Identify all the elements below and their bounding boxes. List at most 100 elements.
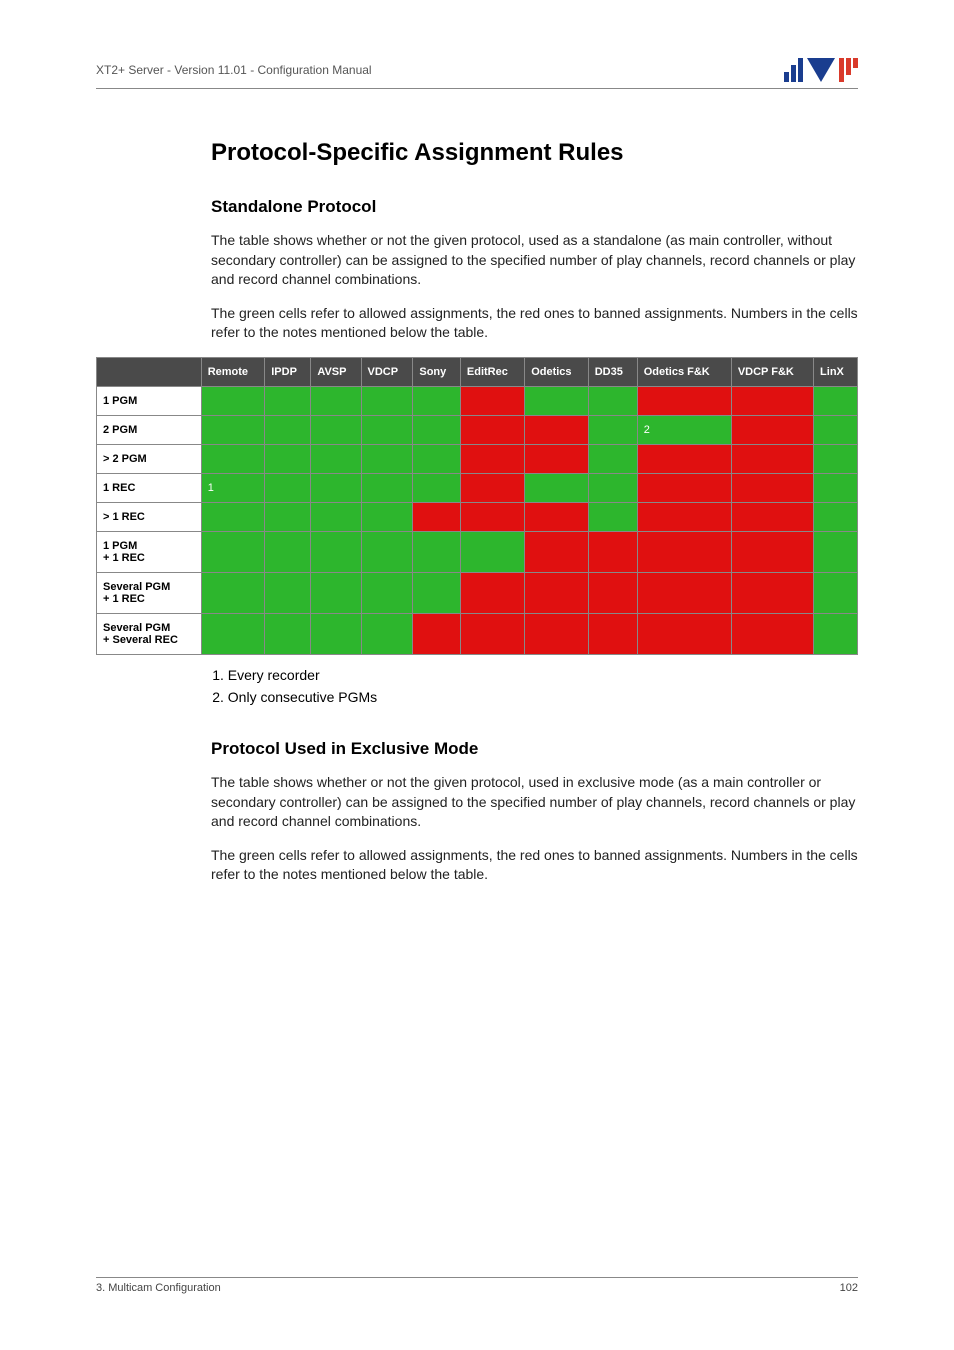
protocol-table: RemoteIPDPAVSPVDCPSonyEditRecOdeticsDD35… <box>96 357 858 655</box>
allowed-cell <box>361 386 413 415</box>
table-row: 1 PGM+ 1 REC <box>97 531 858 572</box>
banned-cell <box>588 613 637 654</box>
page-footer: 3. Multicam Configuration 102 <box>96 1277 858 1294</box>
allowed-cell <box>588 444 637 473</box>
allowed-cell <box>201 502 265 531</box>
allowed-cell <box>311 473 361 502</box>
allowed-cell <box>265 531 311 572</box>
banned-cell <box>731 531 813 572</box>
row-label: 1 PGM <box>97 386 202 415</box>
allowed-cell <box>311 613 361 654</box>
allowed-cell <box>588 386 637 415</box>
allowed-cell <box>814 572 858 613</box>
footer-left: 3. Multicam Configuration <box>96 1282 221 1294</box>
allowed-cell <box>413 415 461 444</box>
section1-p2: The green cells refer to allowed assignm… <box>211 304 858 343</box>
column-header: Odetics F&K <box>637 357 731 386</box>
column-header: Odetics <box>525 357 589 386</box>
allowed-cell <box>265 415 311 444</box>
allowed-cell <box>588 502 637 531</box>
allowed-cell <box>413 386 461 415</box>
table-row: > 1 REC <box>97 502 858 531</box>
allowed-cell <box>814 415 858 444</box>
allowed-cell <box>588 473 637 502</box>
allowed-cell <box>814 444 858 473</box>
allowed-cell <box>814 386 858 415</box>
banned-cell <box>731 386 813 415</box>
section1-heading: Standalone Protocol <box>211 197 858 217</box>
allowed-cell <box>413 531 461 572</box>
allowed-cell <box>265 386 311 415</box>
row-label: > 2 PGM <box>97 444 202 473</box>
table-row: Several PGM+ Several REC <box>97 613 858 654</box>
banned-cell <box>525 572 589 613</box>
allowed-cell <box>361 502 413 531</box>
column-header: EditRec <box>460 357 524 386</box>
page-title: Protocol-Specific Assignment Rules <box>211 139 858 167</box>
allowed-cell <box>361 415 413 444</box>
allowed-cell: 2 <box>637 415 731 444</box>
allowed-cell: 1 <box>201 473 265 502</box>
allowed-cell <box>265 572 311 613</box>
allowed-cell <box>311 531 361 572</box>
allowed-cell <box>311 386 361 415</box>
banned-cell <box>525 502 589 531</box>
allowed-cell <box>814 502 858 531</box>
note-item: Only consecutive PGMs <box>228 689 858 705</box>
allowed-cell <box>361 531 413 572</box>
banned-cell <box>637 473 731 502</box>
section2-heading: Protocol Used in Exclusive Mode <box>211 739 858 759</box>
allowed-cell <box>814 531 858 572</box>
table-row: 1 PGM <box>97 386 858 415</box>
banned-cell <box>413 502 461 531</box>
column-header: DD35 <box>588 357 637 386</box>
banned-cell <box>731 572 813 613</box>
allowed-cell <box>311 444 361 473</box>
allowed-cell <box>265 613 311 654</box>
banned-cell <box>637 444 731 473</box>
banned-cell <box>460 613 524 654</box>
row-label: Several PGM+ 1 REC <box>97 572 202 613</box>
allowed-cell <box>201 415 265 444</box>
table-corner <box>97 357 202 386</box>
allowed-cell <box>201 444 265 473</box>
column-header: LinX <box>814 357 858 386</box>
allowed-cell <box>588 415 637 444</box>
table-row: 1 REC1 <box>97 473 858 502</box>
allowed-cell <box>201 613 265 654</box>
banned-cell <box>460 473 524 502</box>
row-label: 1 REC <box>97 473 202 502</box>
banned-cell <box>588 531 637 572</box>
banned-cell <box>588 572 637 613</box>
allowed-cell <box>814 473 858 502</box>
section2-p2: The green cells refer to allowed assignm… <box>211 846 858 885</box>
banned-cell <box>460 444 524 473</box>
allowed-cell <box>460 531 524 572</box>
allowed-cell <box>311 502 361 531</box>
row-label: > 1 REC <box>97 502 202 531</box>
table-notes: Every recorderOnly consecutive PGMs <box>211 667 858 705</box>
allowed-cell <box>201 531 265 572</box>
evs-logo <box>784 58 858 82</box>
column-header: AVSP <box>311 357 361 386</box>
banned-cell <box>460 502 524 531</box>
doc-title: XT2+ Server - Version 11.01 - Configurat… <box>96 63 372 77</box>
allowed-cell <box>265 502 311 531</box>
allowed-cell <box>361 613 413 654</box>
section1-p1: The table shows whether or not the given… <box>211 231 858 290</box>
allowed-cell <box>413 473 461 502</box>
column-header: VDCP F&K <box>731 357 813 386</box>
banned-cell <box>525 531 589 572</box>
banned-cell <box>637 502 731 531</box>
table-row: > 2 PGM <box>97 444 858 473</box>
allowed-cell <box>525 386 589 415</box>
banned-cell <box>460 415 524 444</box>
column-header: Sony <box>413 357 461 386</box>
column-header: VDCP <box>361 357 413 386</box>
allowed-cell <box>361 473 413 502</box>
row-label: Several PGM+ Several REC <box>97 613 202 654</box>
row-label: 1 PGM+ 1 REC <box>97 531 202 572</box>
banned-cell <box>731 473 813 502</box>
banned-cell <box>637 572 731 613</box>
allowed-cell <box>361 572 413 613</box>
